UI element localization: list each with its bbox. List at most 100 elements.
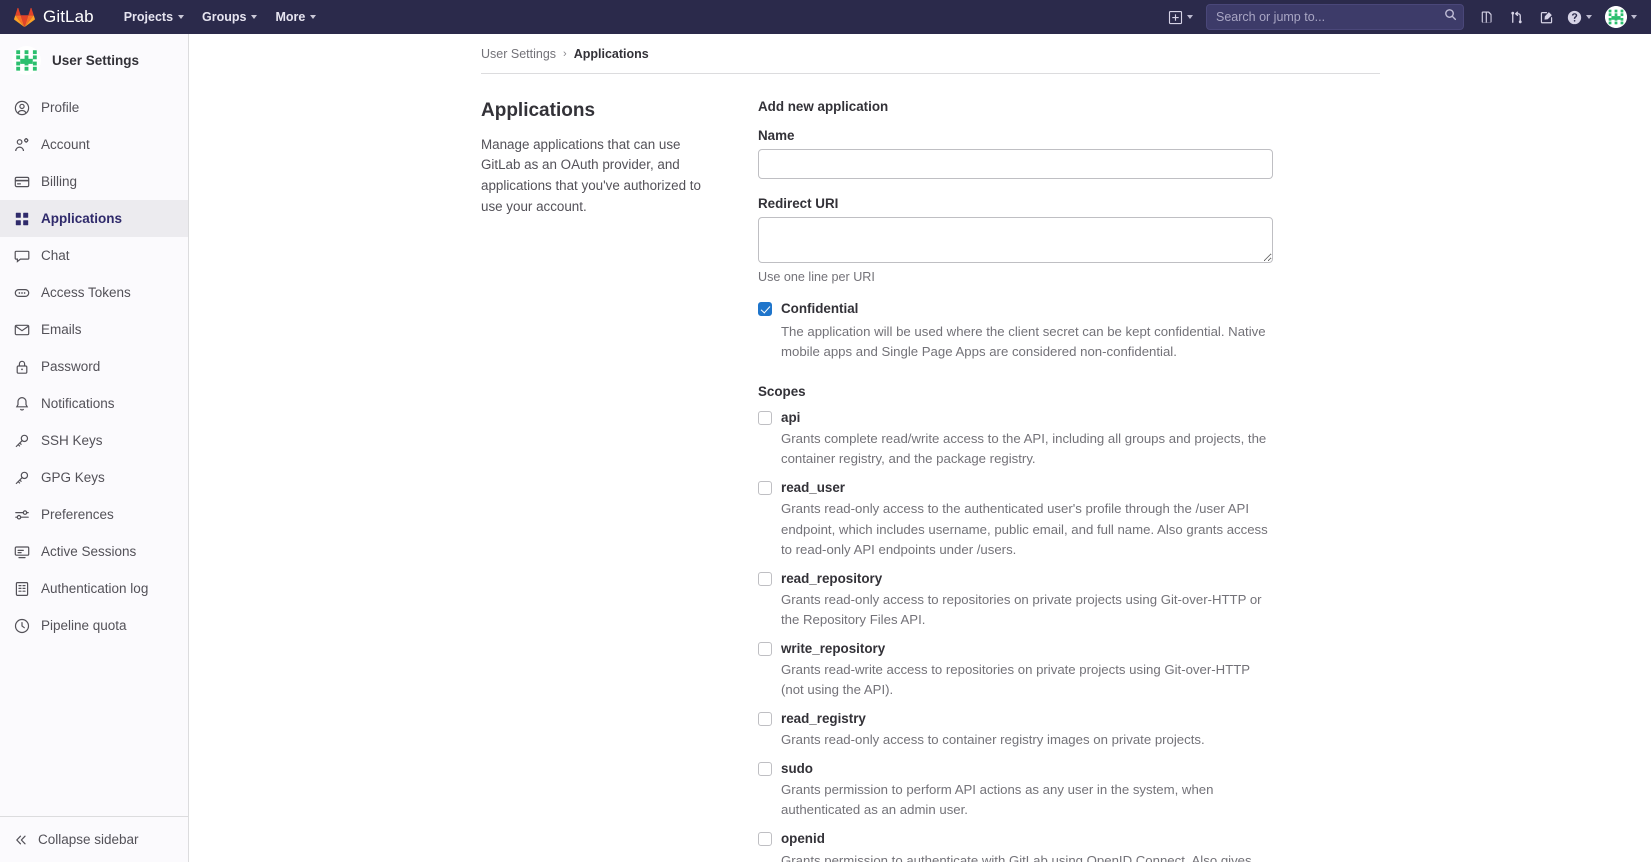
scope-read-registry: read_registry Grants read-only access to… <box>758 711 1273 750</box>
confidential-label[interactable]: Confidential <box>781 301 858 317</box>
scope-read-repository-description: Grants read-only access to repositories … <box>781 591 1262 627</box>
collapse-sidebar-button[interactable]: Collapse sidebar <box>0 816 188 862</box>
add-application-form: Add new application Name Redirect URI Us… <box>758 99 1273 862</box>
redirect-uri-field-group: Redirect URI Use one line per URI <box>758 196 1273 284</box>
name-label: Name <box>758 128 795 143</box>
scope-sudo: sudo Grants permission to perform API ac… <box>758 761 1273 820</box>
sidebar-item-notifications[interactable]: Notifications <box>0 385 188 422</box>
scope-checkbox-row: read_repository <box>758 571 1273 587</box>
profile-icon <box>14 100 30 115</box>
sidebar-item-account[interactable]: Account <box>0 126 188 163</box>
bell-icon <box>15 396 29 411</box>
scope-read-user-label[interactable]: read_user <box>781 480 845 496</box>
brand-name: GitLab <box>43 7 94 26</box>
navbar-right-actions <box>1163 0 1651 34</box>
breadcrumb-current[interactable]: Applications <box>574 47 649 61</box>
scope-read-repository-checkbox[interactable] <box>758 571 772 586</box>
main-content: User Settings › Applications Application… <box>190 34 1651 862</box>
plus-square-icon <box>1168 10 1183 24</box>
sidebar-item-chat[interactable]: Chat <box>0 237 188 274</box>
sidebar-item-label: GPG Keys <box>41 470 105 485</box>
scope-write-repository-checkbox[interactable] <box>758 641 772 656</box>
redirect-uri-help: Use one line per URI <box>758 270 875 284</box>
sidebar-item-emails[interactable]: Emails <box>0 311 188 348</box>
nav-projects[interactable]: Projects <box>116 4 192 30</box>
scope-api-description: Grants complete read/write access to the… <box>781 431 1267 467</box>
todos-button[interactable] <box>1532 4 1560 30</box>
sidebar-item-preferences[interactable]: Preferences <box>0 496 188 533</box>
sidebar-item-label: Applications <box>41 211 123 226</box>
chevron-down-icon <box>310 15 317 19</box>
scope-sudo-description: Grants permission to perform API actions… <box>781 782 1214 818</box>
confidential-description: The application will be used where the c… <box>781 324 1266 360</box>
gitlab-home-link[interactable]: GitLab <box>0 0 106 34</box>
scope-checkbox-row: api <box>758 410 1273 426</box>
help-button[interactable] <box>1562 4 1597 30</box>
chevron-down-icon <box>251 15 258 19</box>
breadcrumb-parent[interactable]: User Settings <box>481 47 556 61</box>
scope-read-repository: read_repository Grants read-only access … <box>758 571 1273 630</box>
chevron-double-left-icon <box>16 835 26 844</box>
applications-settings-section: Applications Manage applications that ca… <box>190 74 1651 862</box>
sidebar-item-authentication-log[interactable]: Authentication log <box>0 570 188 607</box>
scope-openid-label[interactable]: openid <box>781 831 825 847</box>
sidebar-nav: Profile Account Billing Applications Cha… <box>0 87 188 816</box>
collapse-sidebar-label: Collapse sidebar <box>38 832 139 847</box>
scope-write-repository-label[interactable]: write_repository <box>781 641 885 657</box>
sidebar-item-label: Chat <box>41 248 70 263</box>
search-input[interactable] <box>1206 4 1464 30</box>
user-settings-sidebar: User Settings Profile Account Billing Ap… <box>0 34 189 862</box>
sidebar-item-active-sessions[interactable]: Active Sessions <box>0 533 188 570</box>
scope-read-registry-description: Grants read-only access to container reg… <box>781 732 1205 748</box>
scope-read-registry-checkbox[interactable] <box>758 712 772 727</box>
key-icon <box>15 434 29 447</box>
quota-gauge-icon <box>14 618 30 633</box>
nav-projects-label: Projects <box>123 10 174 24</box>
new-item-button[interactable] <box>1163 4 1198 30</box>
user-menu-button[interactable] <box>1599 4 1641 30</box>
chevron-down-icon <box>1187 15 1193 19</box>
name-input[interactable] <box>758 149 1273 179</box>
scope-read-repository-label[interactable]: read_repository <box>781 571 882 587</box>
monitor-icon <box>14 545 30 558</box>
nav-more[interactable]: More <box>267 4 324 30</box>
sidebar-item-label: Billing <box>41 174 78 189</box>
scopes-title: Scopes <box>758 384 806 400</box>
breadcrumb-separator: › <box>563 48 567 60</box>
nav-groups[interactable]: Groups <box>194 4 265 30</box>
scope-read-registry-label[interactable]: read_registry <box>781 711 866 727</box>
sidebar-item-label: Active Sessions <box>41 544 137 559</box>
sidebar-item-billing[interactable]: Billing <box>0 163 188 200</box>
merge-requests-button[interactable] <box>1502 4 1530 30</box>
confidential-checkbox-row: Confidential <box>758 301 1273 317</box>
envelope-icon <box>14 324 30 335</box>
scope-sudo-label[interactable]: sudo <box>781 761 813 777</box>
redirect-uri-input[interactable] <box>758 217 1273 263</box>
lock-icon <box>16 360 28 374</box>
confidential-checkbox[interactable] <box>758 302 772 316</box>
redirect-uri-label: Redirect URI <box>758 196 839 211</box>
issues-icon <box>1481 11 1492 23</box>
sidebar-item-profile[interactable]: Profile <box>0 89 188 126</box>
sidebar-item-ssh-keys[interactable]: SSH Keys <box>0 422 188 459</box>
sidebar-item-access-tokens[interactable]: Access Tokens <box>0 274 188 311</box>
scope-read-user-checkbox[interactable] <box>758 481 772 496</box>
scope-checkbox-row: read_registry <box>758 711 1273 727</box>
scope-openid-description: Grants permission to authenticate with G… <box>781 852 1252 862</box>
scope-sudo-checkbox[interactable] <box>758 762 772 777</box>
top-navbar: GitLab Projects Groups More <box>0 0 1651 34</box>
scope-api-checkbox[interactable] <box>758 411 772 426</box>
scope-openid-checkbox[interactable] <box>758 832 772 847</box>
sidebar-item-pipeline-quota[interactable]: Pipeline quota <box>0 607 188 644</box>
sidebar-header[interactable]: User Settings <box>0 34 188 87</box>
key-icon <box>15 471 29 484</box>
sidebar-item-password[interactable]: Password <box>0 348 188 385</box>
sidebar-item-label: Account <box>41 137 90 152</box>
scope-api-label[interactable]: api <box>781 410 800 426</box>
issues-button[interactable] <box>1472 4 1500 30</box>
sidebar-item-applications[interactable]: Applications <box>0 200 188 237</box>
sidebar-item-gpg-keys[interactable]: GPG Keys <box>0 459 188 496</box>
scope-checkbox-row: write_repository <box>758 641 1273 657</box>
nav-more-label: More <box>275 10 306 24</box>
sidebar-item-label: Notifications <box>41 396 115 411</box>
